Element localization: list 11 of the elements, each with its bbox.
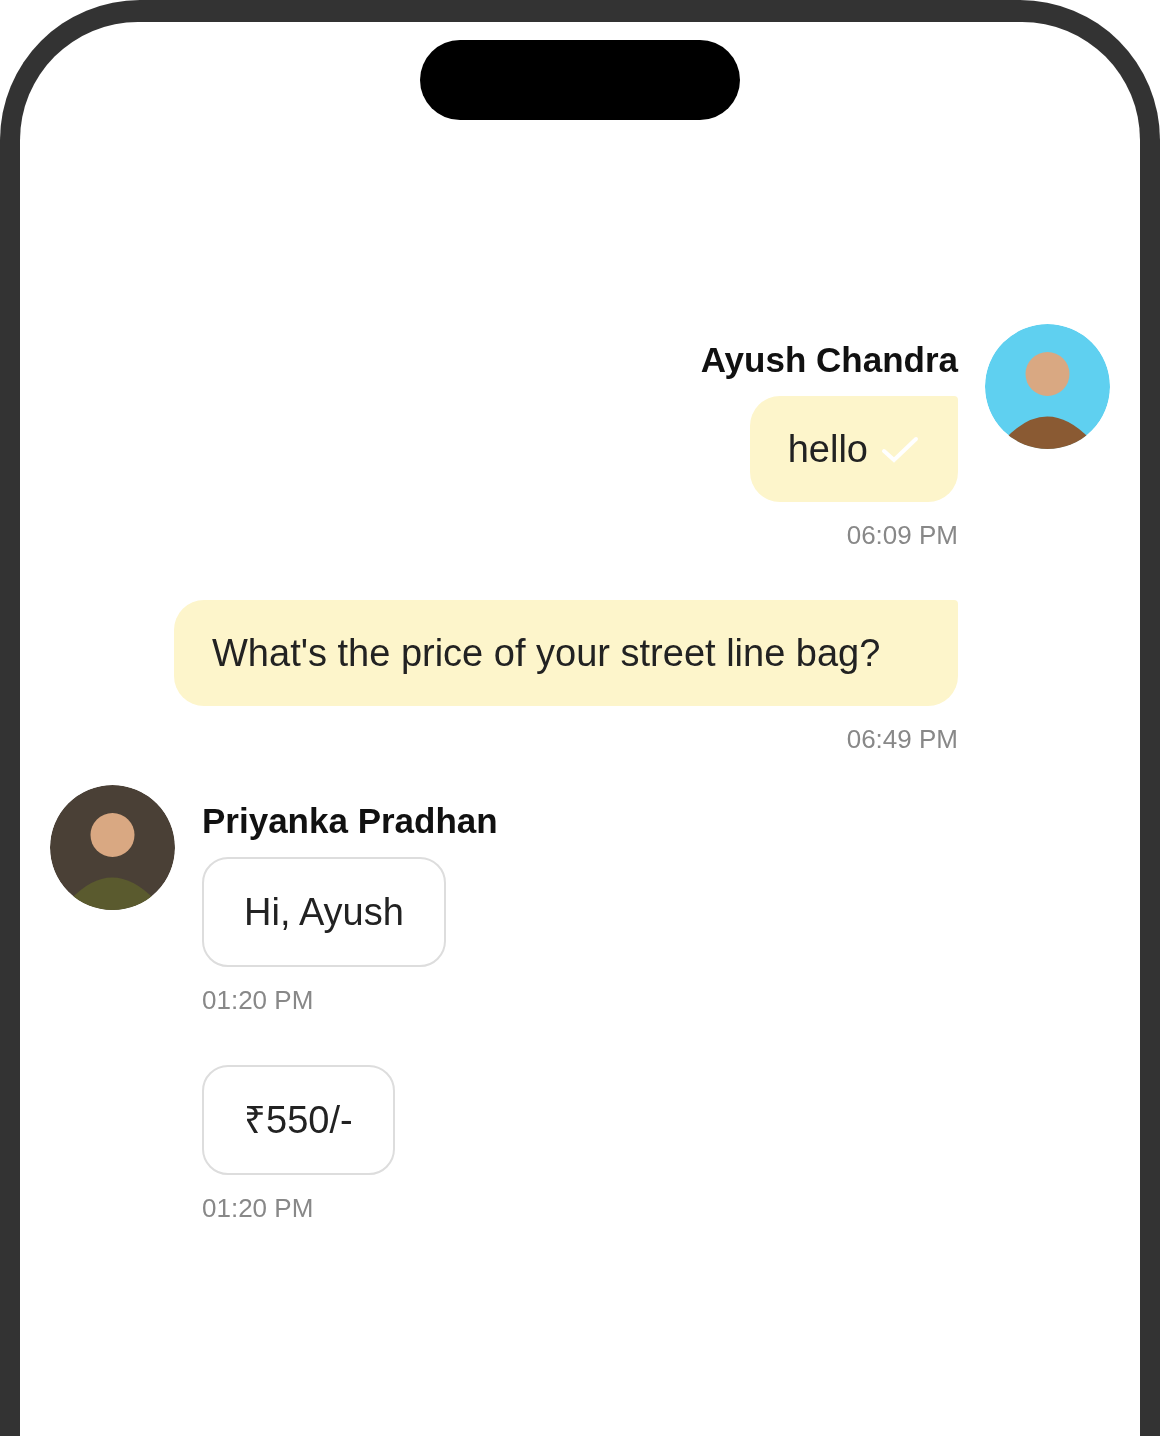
sender-name: Priyanka Pradhan — [202, 800, 498, 842]
check-icon — [880, 435, 920, 463]
message-time: 01:20 PM — [202, 1192, 314, 1225]
message-text: What's the price of your street line bag? — [212, 631, 881, 676]
message-time: 01:20 PM — [202, 984, 314, 1017]
message-text: Hi, Ayush — [244, 890, 404, 935]
message-text: ₹550/- — [244, 1098, 353, 1143]
sender-name: Ayush Chandra — [700, 339, 958, 381]
message-time: 06:09 PM — [846, 519, 958, 552]
message-time: 06:49 PM — [846, 723, 958, 756]
message-text: hello — [787, 427, 868, 472]
